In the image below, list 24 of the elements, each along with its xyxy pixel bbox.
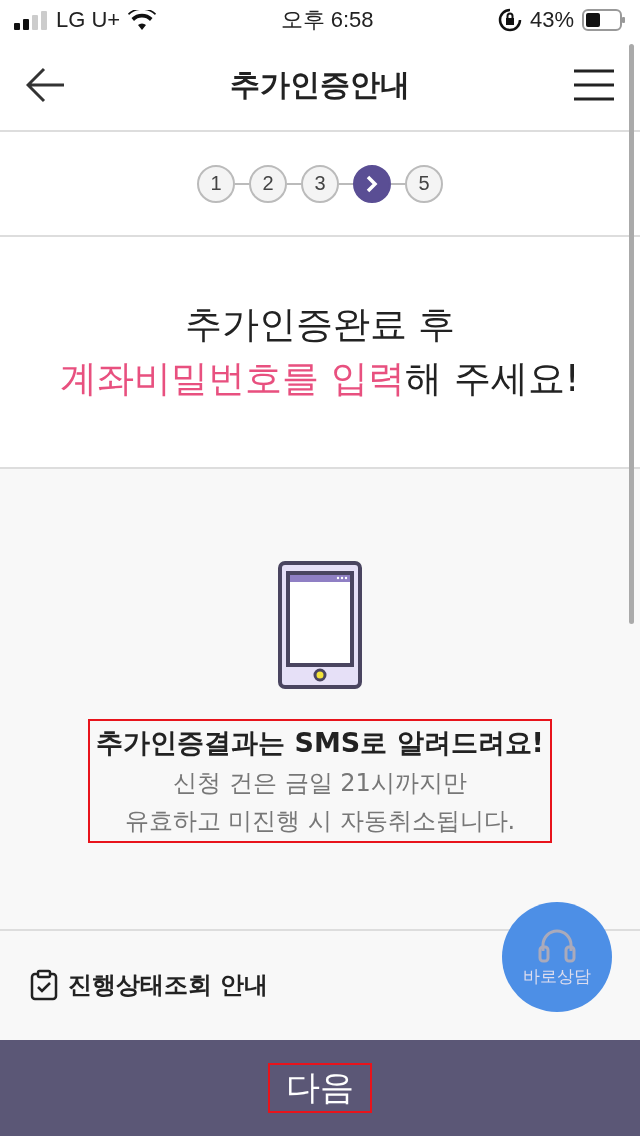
- back-arrow-icon[interactable]: [26, 67, 66, 103]
- menu-icon[interactable]: [574, 69, 614, 101]
- status-inquiry-link[interactable]: 진행상태조회 안내: [30, 969, 269, 1001]
- headline-text: 추가인증완료 후: [184, 302, 456, 348]
- notice-text: 유효하고 미진행 시 자동취소됩니다.: [124, 806, 516, 837]
- page-title: 추가인증안내: [230, 65, 410, 104]
- tablet-icon: [278, 561, 362, 689]
- step-number: 2: [249, 164, 287, 203]
- clipboard-check-icon: [30, 969, 58, 1001]
- step-number: 1: [197, 164, 235, 203]
- carrier-name: LG U+: [56, 7, 121, 33]
- notice-title: 추가인증결과는 SMS로 알려드려요!: [96, 726, 544, 760]
- signal-icon: [14, 10, 48, 30]
- next-button[interactable]: 다음: [268, 1063, 372, 1113]
- chevron-right-icon: [365, 174, 379, 193]
- headline-text: 계좌비밀번호를 입력해 주세요!: [60, 356, 580, 402]
- wifi-icon: [128, 10, 157, 30]
- battery-percent: 43%: [529, 7, 574, 33]
- step-number: 3: [301, 164, 339, 203]
- clock-time: 오후 6:58: [280, 6, 374, 34]
- notice-text: 신청 건은 금일 21시까지만: [173, 768, 467, 799]
- rotation-lock-icon: [497, 8, 522, 32]
- step-number: 5: [405, 164, 443, 203]
- battery-icon: [582, 9, 626, 31]
